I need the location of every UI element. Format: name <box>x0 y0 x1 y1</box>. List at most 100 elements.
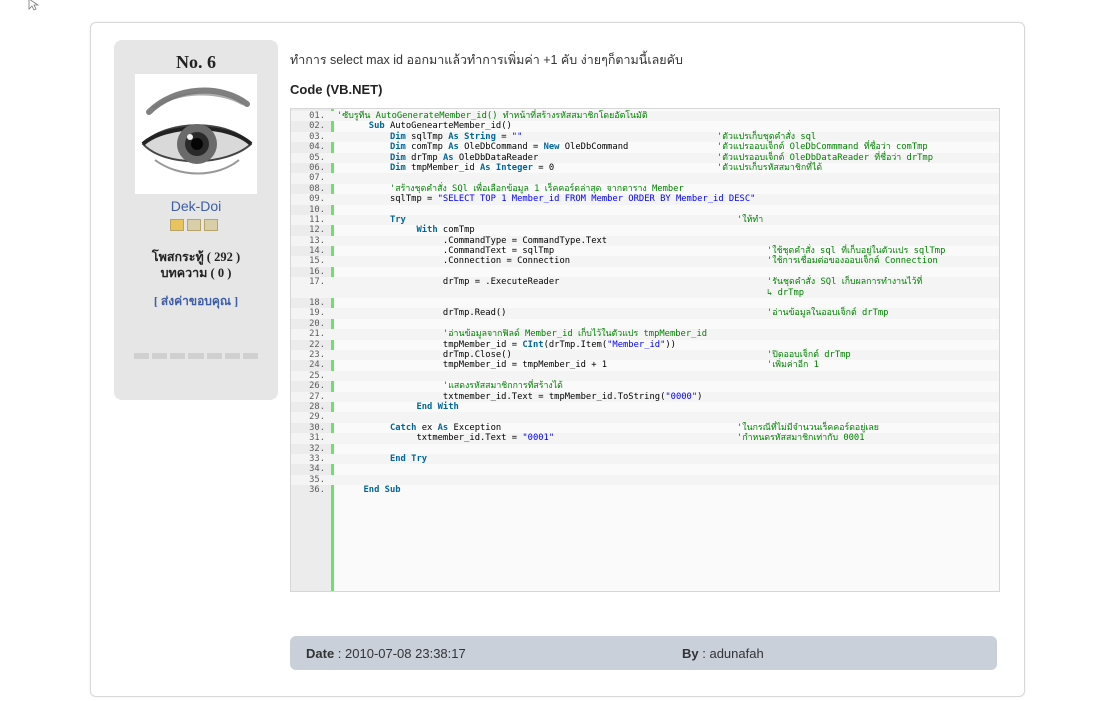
author-signature-divider <box>134 353 258 359</box>
code-text: 'ซับรูทีน AutoGenerateMember_id() ทำหน้า… <box>325 111 999 121</box>
code-line: 23. drTmp.Close() 'ปิดออบเจ็กต์ drTmp <box>291 350 999 361</box>
line-number: 16. <box>309 266 325 277</box>
code-line: 20. <box>291 319 999 329</box>
code-block: 01. 'ซับรูทีน AutoGenerateMember_id() ทำห… <box>290 108 1000 592</box>
code-line: 03. Dim sqlTmp As String = "" 'ตัวแปรเก็บ… <box>291 131 999 143</box>
code-token: tmpMember_id = tmpMember_id + 1 <box>337 360 608 371</box>
code-token: "" <box>511 131 523 142</box>
code-line: 01. 'ซับรูทีน AutoGenerateMember_id() ทำห… <box>291 111 999 122</box>
send-thanks-link[interactable]: ส่งค่าขอบคุณ <box>161 294 231 308</box>
code-text: End With <box>325 402 999 412</box>
code-line: 10. <box>291 205 999 215</box>
line-number: 23. <box>309 350 325 360</box>
code-text: 'สร้างชุดคำสั่ง SQl เพื่อเลือกข้อมูล 1 เ… <box>325 183 999 194</box>
line-number: 36. <box>309 485 325 496</box>
avatar[interactable] <box>135 74 257 194</box>
code-wrap-continuation: ↳ drTmp <box>767 288 804 298</box>
code-line: 15. .Connection = Connection 'ใช้การเชื่อ… <box>291 256 999 267</box>
code-line: 11. Try 'ให้ทำ <box>291 214 999 226</box>
code-line: 27. txtmember_id.Text = tmpMember_id.ToS… <box>291 391 999 402</box>
by-label: By <box>682 646 699 661</box>
code-token: As <box>448 131 459 142</box>
post-date: Date : 2010-07-08 23:38:17 <box>306 646 466 661</box>
line-number: 27. <box>309 391 325 402</box>
code-text: .CommandText = sqlTmp 'ใช้ชุดคำสั่ง sql ท… <box>325 246 999 256</box>
code-token: ) <box>697 391 703 402</box>
code-text: Dim tmpMember_id As Integer = 0 'ตัวแปรเก… <box>325 162 999 173</box>
code-text: tmpMember_id = tmpMember_id + 1 'เพิ่มค่า… <box>325 360 999 371</box>
code-text: .Connection = Connection 'ใช้การเชื่อมต่อ… <box>325 256 999 267</box>
code-text: sqlTmp = "SELECT TOP 1 Member_id FROM Me… <box>325 194 999 205</box>
code-token: sqlTmp = <box>337 194 438 205</box>
code-token: As <box>442 152 454 163</box>
line-number: 04. <box>309 142 325 153</box>
code-line: 33. End Try <box>291 453 999 465</box>
code-token: Dim <box>389 152 406 163</box>
code-token: tmpMember_id <box>405 162 481 173</box>
wrap-arrow-icon: ↳ <box>767 287 778 298</box>
code-line: 21. 'อ่านข้อมูลจากฟิลด์ Member_id เก็บไว… <box>291 329 999 340</box>
code-token: End Sub <box>363 485 401 496</box>
code-text: End Try <box>325 453 999 464</box>
code-token: "Member_id" <box>607 339 666 350</box>
code-line: 16. <box>291 266 999 277</box>
line-number: 35. <box>309 474 325 485</box>
author-name[interactable]: Dek-Doi <box>114 198 278 214</box>
line-number: 12. <box>309 225 325 236</box>
code-token: Try <box>389 214 406 225</box>
rank-star-icon <box>204 219 218 231</box>
code-lines: 01. 'ซับรูทีน AutoGenerateMember_id() ทำห… <box>291 111 999 496</box>
post-footer: Date : 2010-07-08 23:38:17 By : adunafah <box>290 636 997 670</box>
code-token: CInt <box>522 339 544 350</box>
line-number: 26. <box>309 381 325 392</box>
code-token: "0000" <box>665 391 698 402</box>
rank-star-icon <box>170 219 184 231</box>
line-number: 15. <box>309 256 325 267</box>
code-text: Catch ex As Exception 'ในกรณีที่ไม่มีจำนว… <box>325 422 999 433</box>
author-article-count: บทความ ( 0 ) <box>160 266 232 280</box>
code-token: (drTmp.Item( <box>543 339 608 350</box>
code-comment: 'ในกรณีที่ไม่มีจำนวนเร็คคอร์ดอยู่เลย <box>737 422 879 433</box>
line-number: 24. <box>309 360 325 371</box>
code-line: 18. <box>291 298 999 308</box>
post-number: No. 6 <box>176 52 216 72</box>
line-number: 14. <box>309 246 325 257</box>
code-token: OleDbCommand = <box>458 142 544 153</box>
code-line: 17. drTmp = .ExecuteReader 'รันชุดคำสั่ง … <box>291 277 999 299</box>
wrap-text: drTmp <box>777 287 805 298</box>
code-line: 26. 'แสดงรหัสสมาชิกการที่สร้างได้ <box>291 381 999 392</box>
line-number: 33. <box>309 453 325 464</box>
code-line: 02. Sub AutoGeneartеMember_id() <box>291 121 999 132</box>
code-token: = 0 <box>532 162 555 173</box>
code-text: Dim drTmp As OleDbDataReader 'ตัวแปรออบเจ… <box>325 152 999 163</box>
code-token: txtmember_id.Text = tmpMember_id.ToStrin… <box>337 391 666 402</box>
code-comment: 'ปิดออบเจ็กต์ drTmp <box>767 350 851 360</box>
code-text: End Sub <box>325 485 999 496</box>
code-token: End Try <box>389 453 428 464</box>
code-line: 28. End With <box>291 402 999 412</box>
code-token: AutoGeneartеMember_id() <box>384 121 512 132</box>
code-token: 'สร้างชุดคำสั่ง SQl เพื่อเลือกข้อมูล 1 เ… <box>389 183 684 194</box>
code-comment: 'ใช้การเชื่อมต่อของออบเจ็กต์ Connection <box>767 256 938 267</box>
by-value: : adunafah <box>698 646 764 661</box>
code-token: With <box>416 225 438 236</box>
code-text: .CommandType = CommandType.Text <box>325 236 999 246</box>
code-line: 04. Dim comTmp As OleDbCommand = New Ole… <box>291 142 999 153</box>
author-sidebar: No. 6 Dek-Doi โพสกระทู้ ( 292 ) บทความ (… <box>114 40 278 400</box>
mouse-pointer-icon <box>28 0 40 11</box>
code-text: Try 'ให้ทำ <box>325 214 999 225</box>
code-text: drTmp.Close() 'ปิดออบเจ็กต์ drTmp <box>325 350 999 360</box>
code-line: 13. .CommandType = CommandType.Text <box>291 235 999 247</box>
code-token: As <box>448 142 459 153</box>
code-token: tmpMember_id = <box>337 339 523 350</box>
